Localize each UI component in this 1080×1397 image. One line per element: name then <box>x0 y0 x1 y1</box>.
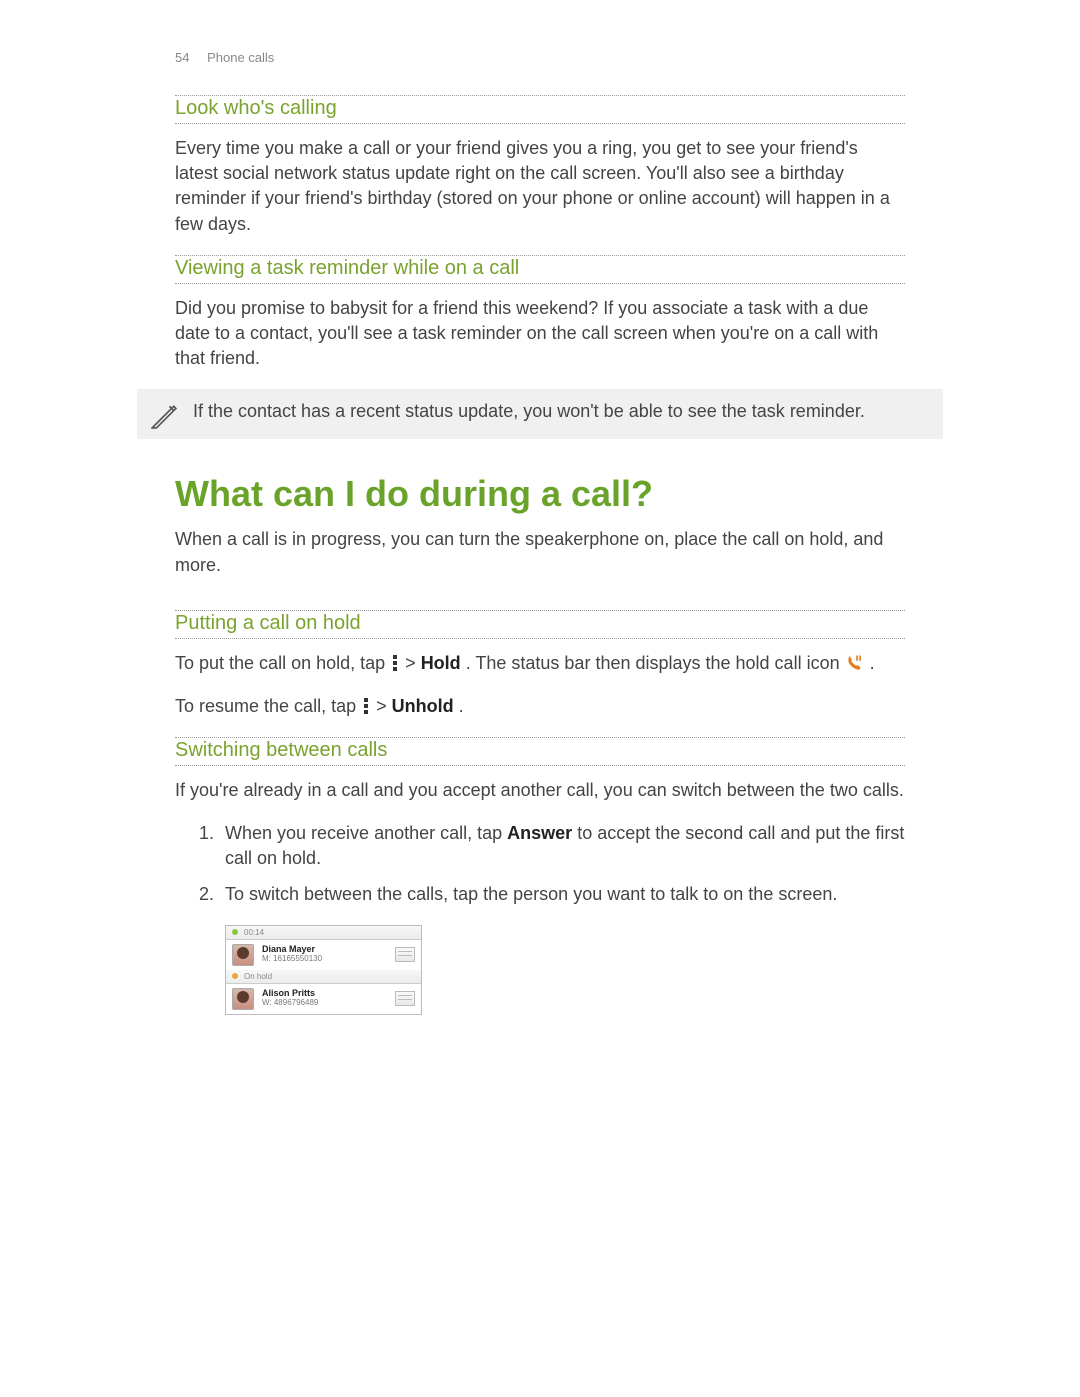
note-box: If the contact has a recent status updat… <box>137 389 943 439</box>
call-status-active-bar: 00:14 <box>226 926 421 940</box>
body-text: To resume the call, tap > Unhold . <box>175 694 905 719</box>
list-item: To switch between the calls, tap the per… <box>219 882 905 907</box>
ui-label-hold: Hold <box>421 653 461 673</box>
call-hold-label: On hold <box>244 972 272 981</box>
note-text: If the contact has a recent status updat… <box>193 399 865 424</box>
steps-list: When you receive another call, tap Answe… <box>175 821 905 907</box>
contact-number: M: 16165550130 <box>262 955 395 964</box>
avatar <box>232 944 254 966</box>
divider <box>175 283 905 284</box>
call-entry-active: Diana Mayer M: 16165550130 <box>226 940 421 970</box>
text-frag: > <box>405 653 421 673</box>
text-frag: . <box>459 696 464 716</box>
divider <box>175 765 905 766</box>
text-frag: . The status bar then displays the hold … <box>466 653 845 673</box>
text-frag: To put the call on hold, tap <box>175 653 390 673</box>
subheading-look-whos-calling: Look who's calling <box>175 97 905 122</box>
call-info: Diana Mayer M: 16165550130 <box>262 945 395 964</box>
call-switch-illustration: 00:14 Diana Mayer M: 16165550130 On hold… <box>225 925 422 1015</box>
body-text: When a call is in progress, you can turn… <box>175 527 905 577</box>
running-header: 54 Phone calls <box>175 50 905 65</box>
pencil-icon <box>151 403 177 429</box>
avatar <box>232 988 254 1010</box>
overflow-menu-icon <box>363 698 369 714</box>
text-frag: . <box>870 653 875 673</box>
subheading-block: Putting a call on hold <box>175 610 905 639</box>
call-info: Alison Pritts W: 4896796489 <box>262 989 395 1008</box>
status-dot-hold-icon <box>232 973 238 979</box>
call-hold-icon <box>845 654 863 672</box>
call-timer: 00:14 <box>244 928 264 937</box>
text-frag: To resume the call, tap <box>175 696 361 716</box>
call-status-hold-bar: On hold <box>226 970 421 984</box>
call-entry-held: Alison Pritts W: 4896796489 <box>226 984 421 1014</box>
overflow-menu-icon <box>392 655 398 671</box>
list-item: When you receive another call, tap Answe… <box>219 821 905 871</box>
keypad-icon <box>395 947 415 962</box>
divider <box>175 610 905 611</box>
body-text: Every time you make a call or your frien… <box>175 136 905 237</box>
divider <box>175 95 905 96</box>
contact-number: W: 4896796489 <box>262 999 395 1008</box>
body-text: Did you promise to babysit for a friend … <box>175 296 905 372</box>
subheading-block: Viewing a task reminder while on a call <box>175 255 905 284</box>
page-number: 54 <box>175 50 189 65</box>
heading-during-call: What can I do during a call? <box>175 473 905 515</box>
divider <box>175 737 905 738</box>
document-page: 54 Phone calls Look who's calling Every … <box>0 0 1080 1215</box>
subheading-hold: Putting a call on hold <box>175 612 905 637</box>
keypad-icon <box>395 991 415 1006</box>
text-frag: > <box>376 696 392 716</box>
divider <box>175 123 905 124</box>
text-frag: When you receive another call, tap <box>225 823 507 843</box>
subheading-block: Look who's calling <box>175 95 905 124</box>
subheading-switch: Switching between calls <box>175 739 905 764</box>
body-text: To put the call on hold, tap > Hold . Th… <box>175 651 905 676</box>
section-label: Phone calls <box>207 50 274 65</box>
ui-label-unhold: Unhold <box>392 696 454 716</box>
divider <box>175 255 905 256</box>
subheading-block: Switching between calls <box>175 737 905 766</box>
divider <box>175 638 905 639</box>
body-text: If you're already in a call and you acce… <box>175 778 905 803</box>
status-dot-active-icon <box>232 929 238 935</box>
ui-label-answer: Answer <box>507 823 572 843</box>
subheading-task-reminder: Viewing a task reminder while on a call <box>175 257 905 282</box>
